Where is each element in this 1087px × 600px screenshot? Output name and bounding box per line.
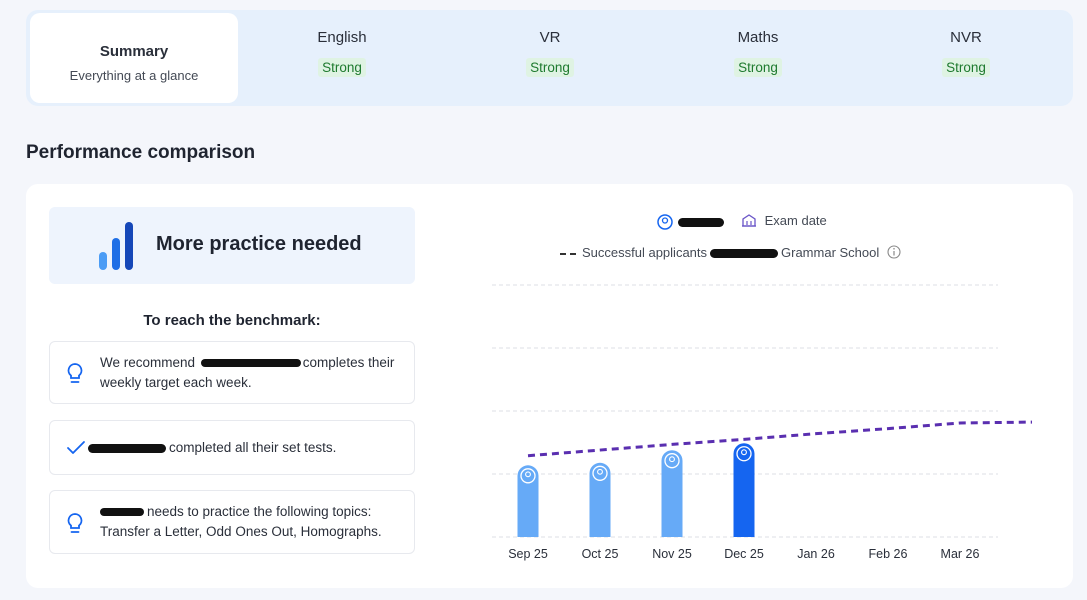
x-tick-label: Feb 26 [869, 547, 908, 561]
benchmark-prefix: Successful applicants [582, 245, 708, 260]
recommendation-text: needs to practice the following topics: … [100, 502, 402, 542]
status-badge: Strong [318, 58, 366, 77]
performance-chart: Sep 25 Oct 25 Nov 25 Dec 25 Jan 26 Feb 26 Mar … [492, 284, 1032, 561]
info-icon[interactable] [887, 245, 901, 259]
avatar-icon [657, 214, 673, 230]
x-tick-label: Sep 25 [508, 547, 548, 561]
dash-line-icon [560, 252, 576, 255]
recommendation-item: We recommend completes their weekly targ… [49, 341, 415, 404]
benchmark-line [527, 420, 1032, 458]
recommendation-suffix: completed all their set tests. [169, 440, 337, 455]
tab-title: English [317, 29, 367, 46]
tab-summary[interactable]: Summary Everything at a glance [30, 13, 238, 103]
subject-tabs: Summary Everything at a glance English S… [26, 10, 1073, 106]
legend-exam-date: Exam date [741, 213, 827, 228]
exam-date-label: Exam date [764, 213, 827, 228]
check-icon [67, 441, 85, 454]
recommendation-text: completed all their set tests. [88, 438, 402, 458]
tab-title: Maths [737, 29, 779, 46]
x-tick-label: Nov 25 [652, 547, 692, 561]
lightbulb-icon [67, 363, 83, 383]
tab-maths[interactable]: Maths Strong [654, 13, 862, 103]
bar [733, 443, 755, 537]
status-label: More practice needed [156, 233, 362, 255]
status-badge: Strong [942, 58, 990, 77]
tab-subtitle: Everything at a glance [69, 68, 199, 83]
recommendation-text: We recommend completes their weekly targ… [100, 353, 402, 393]
bar [661, 450, 683, 537]
legend-benchmark: Successful applicants Grammar School [560, 245, 901, 260]
tab-title: VR [539, 29, 561, 46]
recommendation-item: needs to practice the following topics: … [49, 490, 415, 554]
tab-title: NVR [950, 29, 982, 46]
recommendation-prefix: We recommend [100, 355, 199, 370]
x-tick-label: Jan 26 [797, 547, 835, 561]
x-tick-label: Dec 25 [724, 547, 764, 561]
redacted-name [677, 217, 724, 227]
performance-card: More practice needed To reach the benchm… [26, 184, 1073, 588]
tab-nvr[interactable]: NVR Strong [862, 13, 1070, 103]
tab-title: Summary [99, 43, 169, 60]
benchmark-title: To reach the benchmark: [143, 312, 321, 329]
benchmark-suffix: Grammar School [781, 245, 880, 260]
status-box: More practice needed [49, 207, 415, 284]
section-title: Performance comparison [26, 142, 256, 163]
x-tick-label: Oct 25 [582, 547, 619, 561]
bar-chart-icon [99, 222, 133, 270]
redacted-name [88, 443, 166, 453]
recommendation-item: completed all their set tests. [49, 420, 415, 475]
lightbulb-icon [67, 513, 83, 533]
redacted-name [710, 249, 779, 259]
status-badge: Strong [734, 58, 782, 77]
legend-student [656, 213, 724, 231]
school-icon [742, 214, 756, 227]
redacted-name [100, 508, 144, 517]
x-tick-label: Mar 26 [941, 547, 980, 561]
tab-english[interactable]: English Strong [238, 13, 446, 103]
status-badge: Strong [526, 58, 574, 77]
tab-vr[interactable]: VR Strong [446, 13, 654, 103]
redacted-name [200, 359, 301, 368]
